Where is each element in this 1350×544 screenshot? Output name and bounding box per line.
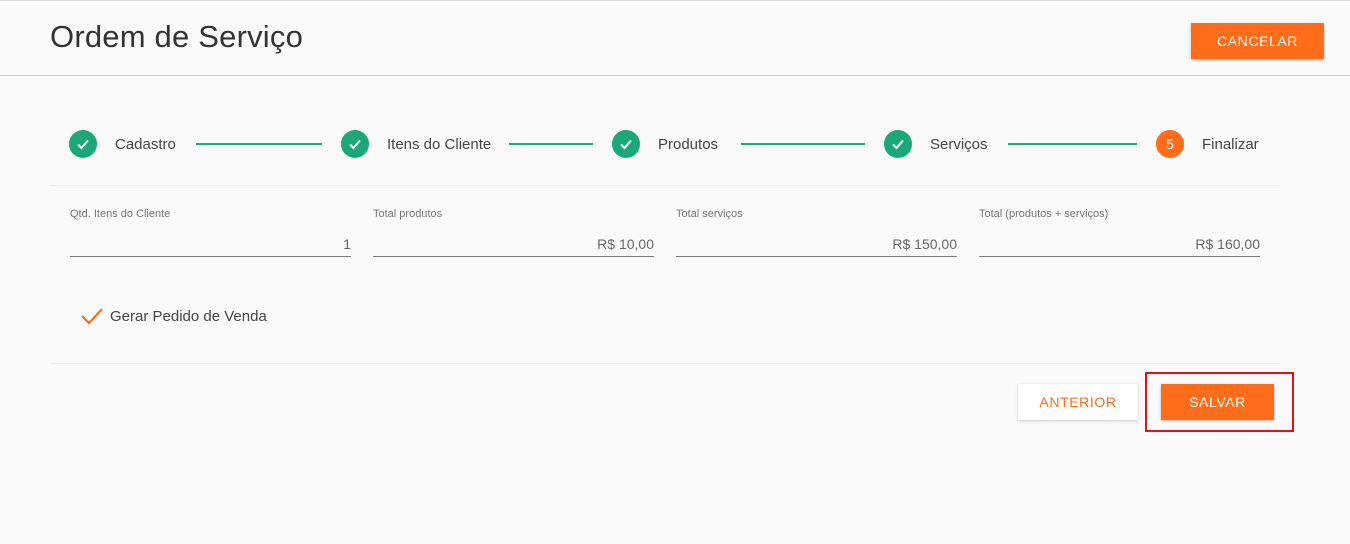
total-produtos-input[interactable]	[373, 231, 654, 257]
total-servicos-input[interactable]	[676, 231, 957, 257]
step-connector	[196, 143, 322, 145]
page-title: Ordem de Serviço	[50, 19, 304, 54]
field-label: Qtd. Itens do Cliente	[70, 208, 171, 220]
step-finalizar[interactable]: 5 Finalizar	[1156, 130, 1259, 158]
field-label: Total serviços	[676, 208, 743, 220]
check-icon	[349, 139, 361, 150]
field-label: Total (produtos + serviços)	[979, 208, 1109, 220]
gerar-pedido-venda-checkbox[interactable]: Gerar Pedido de Venda	[80, 303, 267, 329]
wizard-stepper: Cadastro Itens do Cliente Produtos Servi…	[0, 116, 1350, 172]
step-cadastro[interactable]: Cadastro	[69, 130, 176, 158]
field-total-produtos: Total produtos	[373, 208, 654, 260]
step-servicos[interactable]: Serviços	[884, 130, 988, 158]
previous-button[interactable]: ANTERIOR	[1018, 384, 1138, 420]
page-header: Ordem de Serviço CANCELAR	[0, 1, 1350, 76]
step-label: Produtos	[658, 135, 719, 153]
check-icon	[77, 139, 89, 150]
qtd-itens-cliente-input[interactable]	[70, 231, 351, 257]
step-label: Cadastro	[115, 135, 176, 153]
check-icon	[620, 139, 632, 150]
step-connector	[1008, 143, 1137, 145]
total-geral-input[interactable]	[979, 231, 1260, 257]
field-qtd-itens-cliente: Qtd. Itens do Cliente	[70, 208, 351, 260]
section-divider	[50, 185, 1280, 186]
step-complete-circle	[341, 130, 369, 158]
save-button[interactable]: SALVAR	[1161, 384, 1274, 420]
step-complete-circle	[69, 130, 97, 158]
step-label: Itens do Cliente	[387, 135, 492, 153]
step-connector	[741, 143, 865, 145]
step-produtos[interactable]: Produtos	[612, 130, 718, 158]
step-label: Finalizar	[1202, 135, 1259, 153]
cancel-button[interactable]: CANCELAR	[1191, 23, 1324, 59]
footer-divider	[50, 363, 1280, 364]
step-label: Serviços	[930, 135, 988, 153]
field-total-geral: Total (produtos + serviços)	[979, 208, 1260, 260]
step-connector	[509, 143, 593, 145]
field-label: Total produtos	[373, 208, 443, 220]
check-icon	[892, 139, 904, 150]
step-complete-circle	[612, 130, 640, 158]
checkbox-check-icon	[81, 308, 103, 325]
checkbox-label: Gerar Pedido de Venda	[110, 307, 267, 325]
step-number-circle: 5	[1156, 130, 1184, 158]
field-total-servicos: Total serviços	[676, 208, 957, 260]
step-itens-do-cliente[interactable]: Itens do Cliente	[341, 130, 491, 158]
step-complete-circle	[884, 130, 912, 158]
